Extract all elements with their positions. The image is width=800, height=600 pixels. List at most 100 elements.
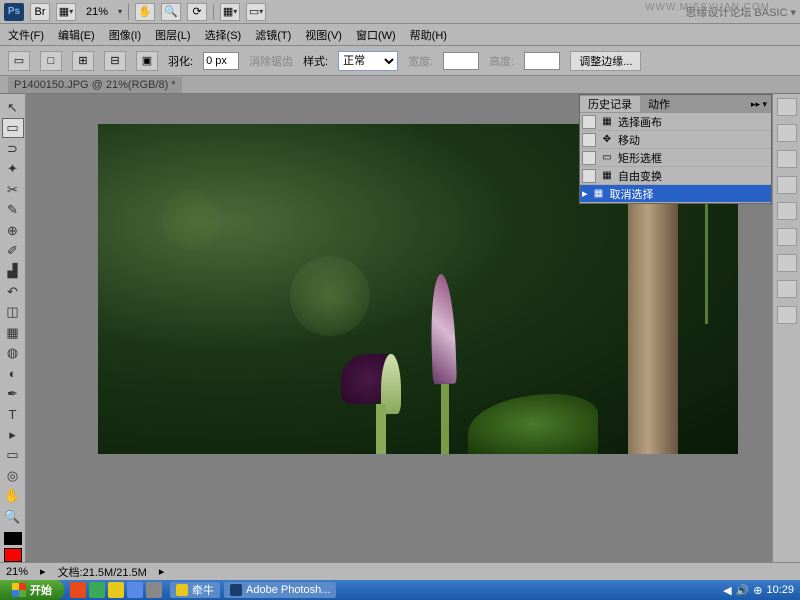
crop-tool-icon[interactable]: ✂ (2, 180, 24, 199)
clock[interactable]: 10:29 (766, 584, 794, 596)
menu-help[interactable]: 帮助(H) (410, 27, 447, 43)
zoom-dropdown-icon[interactable]: ▾ (118, 7, 122, 16)
history-item-selected[interactable]: ▸▦取消选择 (580, 185, 771, 203)
tray-icon[interactable]: 🔊 (736, 584, 750, 597)
zoom-tool-icon[interactable]: 🔍 (161, 3, 181, 21)
eyedropper-tool-icon[interactable]: ✎ (2, 200, 24, 219)
healing-brush-tool-icon[interactable]: ⊕ (2, 221, 24, 240)
lasso-tool-icon[interactable]: ⊃ (2, 139, 24, 158)
bridge-icon[interactable]: Br (30, 3, 50, 21)
blur-tool-icon[interactable]: ◍ (2, 344, 24, 363)
menu-layer[interactable]: 图层(L) (155, 27, 190, 43)
feather-input[interactable] (203, 52, 239, 70)
start-button[interactable]: 开始 (0, 580, 64, 600)
history-item[interactable]: ✥移动 (580, 131, 771, 149)
photoshop-icon (230, 584, 242, 596)
menu-window[interactable]: 窗口(W) (356, 27, 396, 43)
menu-edit[interactable]: 编辑(E) (58, 27, 95, 43)
move-icon: ✥ (600, 133, 614, 147)
height-input (524, 52, 560, 70)
history-checkbox[interactable] (582, 151, 596, 165)
taskbar-task[interactable]: 牵牛 (170, 582, 220, 598)
quicklaunch-icon[interactable] (127, 582, 143, 598)
dock-adjustments-icon[interactable] (777, 202, 797, 220)
quicklaunch-icon[interactable] (108, 582, 124, 598)
history-checkbox[interactable] (582, 115, 596, 129)
brush-tool-icon[interactable]: ✐ (2, 241, 24, 260)
chevron-right-icon[interactable]: ▸ (40, 565, 46, 578)
history-checkbox[interactable] (582, 169, 596, 183)
tray-icon[interactable]: ⊕ (753, 584, 762, 597)
task-label: Adobe Photosh... (246, 584, 330, 596)
type-tool-icon[interactable]: T (2, 405, 24, 424)
photoshop-logo-icon[interactable]: Ps (4, 3, 24, 21)
tab-actions[interactable]: 动作 (640, 96, 678, 112)
style-label: 样式: (303, 53, 328, 69)
chevron-right-icon[interactable]: ▸ (159, 565, 165, 578)
quicklaunch-icon[interactable] (70, 582, 86, 598)
history-label: 选择画布 (618, 114, 662, 130)
history-panel: 历史记录 动作 ▸▸ ▾ ▦ 选择画布 ✥移动 ▭矩形选框 ▦自由变换 ▸▦取消选… (579, 94, 772, 204)
zoom-level-display[interactable]: 21% (82, 6, 112, 18)
panel-menu-icon[interactable]: ▸▸ ▾ (747, 99, 771, 110)
view-extras-icon[interactable]: ▦▾ (56, 3, 76, 21)
shape-tool-icon[interactable]: ▭ (2, 446, 24, 465)
3d-tool-icon[interactable]: ◎ (2, 466, 24, 485)
dock-masks-icon[interactable] (777, 228, 797, 246)
menu-image[interactable]: 图像(I) (109, 27, 141, 43)
gradient-tool-icon[interactable]: ▦ (2, 323, 24, 342)
dodge-tool-icon[interactable]: ◐ (2, 364, 24, 383)
accent-color-swatch[interactable] (4, 548, 22, 562)
selection-intersect-icon[interactable]: ▣ (136, 51, 158, 71)
history-item[interactable]: ▭矩形选框 (580, 149, 771, 167)
menu-select[interactable]: 选择(S) (205, 27, 242, 43)
selection-add-icon[interactable]: ⊞ (72, 51, 94, 71)
move-tool-icon[interactable]: ↖ (2, 98, 24, 117)
clone-stamp-tool-icon[interactable]: ▟ (2, 262, 24, 281)
history-item[interactable]: ▦ 选择画布 (580, 113, 771, 131)
tab-history[interactable]: 历史记录 (580, 96, 640, 112)
folder-icon (176, 584, 188, 596)
foreground-color-swatch[interactable] (4, 532, 22, 546)
path-select-tool-icon[interactable]: ▸ (2, 425, 24, 444)
dock-styles-icon[interactable] (777, 176, 797, 194)
quicklaunch-icon[interactable] (89, 582, 105, 598)
marquee-tool-preset-icon[interactable]: ▭ (8, 51, 30, 71)
screen-mode-icon[interactable]: ▭▾ (246, 3, 266, 21)
refine-edge-button[interactable]: 调整边缘... (570, 51, 641, 71)
dock-swatches-icon[interactable] (777, 150, 797, 168)
marquee-icon: ▭ (600, 151, 614, 165)
history-item[interactable]: ▦自由变换 (580, 167, 771, 185)
menu-view[interactable]: 视图(V) (305, 27, 342, 43)
canvas-icon: ▦ (600, 115, 614, 129)
selection-subtract-icon[interactable]: ⊟ (104, 51, 126, 71)
start-label: 开始 (30, 582, 52, 598)
history-checkbox[interactable] (582, 133, 596, 147)
marquee-tool-icon[interactable]: ▭ (2, 118, 24, 138)
style-select[interactable]: 正常 (338, 51, 398, 71)
quicklaunch-icon[interactable] (146, 582, 162, 598)
eraser-tool-icon[interactable]: ◫ (2, 303, 24, 322)
status-zoom[interactable]: 21% (6, 566, 28, 578)
magic-wand-tool-icon[interactable]: ✦ (2, 159, 24, 178)
dock-expand-icon[interactable] (777, 98, 797, 116)
tray-icon[interactable]: ◀ (723, 584, 731, 597)
selection-new-icon[interactable]: □ (40, 51, 62, 71)
arrange-docs-icon[interactable]: ▦▾ (220, 3, 240, 21)
pen-tool-icon[interactable]: ✒ (2, 384, 24, 403)
menu-filter[interactable]: 滤镜(T) (255, 27, 291, 43)
taskbar-task[interactable]: Adobe Photosh... (224, 582, 336, 598)
history-brush-tool-icon[interactable]: ↶ (2, 282, 24, 301)
zoom-tool-icon[interactable]: 🔍 (2, 507, 24, 526)
document-tab[interactable]: P1400150.JPG @ 21%(RGB/8) * (8, 77, 182, 93)
antialias-checkbox-label: 消除锯齿 (249, 53, 293, 69)
dock-channels-icon[interactable] (777, 280, 797, 298)
menu-file[interactable]: 文件(F) (8, 27, 44, 43)
hand-tool-icon[interactable]: ✋ (135, 3, 155, 21)
dock-paths-icon[interactable] (777, 306, 797, 324)
dock-layers-icon[interactable] (777, 254, 797, 272)
hand-tool-icon[interactable]: ✋ (2, 487, 24, 506)
rotate-view-icon[interactable]: ⟳ (187, 3, 207, 21)
dock-color-icon[interactable] (777, 124, 797, 142)
windows-taskbar: 开始 牵牛 Adobe Photosh... ◀ 🔊 ⊕ 10:29 (0, 580, 800, 600)
